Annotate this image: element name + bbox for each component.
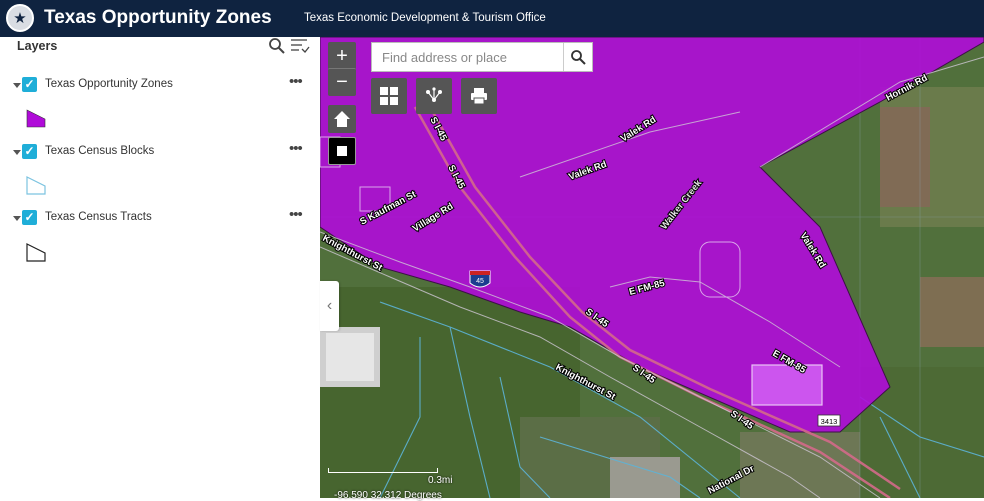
texas-seal-logo: ★ [6, 4, 34, 32]
layer-label: Texas Opportunity Zones [45, 78, 173, 90]
route-shield-label: 3413 [821, 417, 838, 426]
app-header: ★ Texas Opportunity Zones Texas Economic… [0, 0, 984, 37]
black-outline-polygon-icon [26, 243, 46, 262]
layer-checkbox[interactable]: ✓ [22, 210, 37, 225]
caret-down-icon[interactable] [13, 216, 21, 221]
layer-row-census-blocks[interactable]: ✓ Texas Census Blocks ••• [0, 140, 321, 163]
layer-row-opportunity-zones[interactable]: ✓ Texas Opportunity Zones ••• [0, 73, 321, 96]
more-options-icon[interactable]: ••• [289, 206, 303, 223]
layer-label: Texas Census Tracts [45, 211, 152, 223]
scale-label: 0.3mi [428, 475, 453, 486]
interstate-shield-label: 45 [476, 278, 484, 285]
more-options-icon[interactable]: ••• [289, 140, 303, 157]
search-button[interactable] [563, 43, 592, 71]
scale-bar: 0.3mi [326, 466, 468, 490]
basemap-gallery-button[interactable] [371, 78, 407, 114]
coordinate-readout: -96.590 32.312 Degrees [334, 490, 442, 501]
share-icon [426, 87, 442, 102]
share-button[interactable] [416, 78, 452, 114]
home-button[interactable] [328, 105, 356, 133]
more-options-icon[interactable]: ••• [289, 73, 303, 90]
purple-filled-polygon-icon [26, 109, 46, 128]
zoom-out-button[interactable]: − [328, 68, 356, 96]
scale-bar-line [328, 468, 438, 473]
search-icon [571, 50, 586, 65]
address-search [371, 42, 593, 72]
caret-down-icon[interactable] [13, 83, 21, 88]
layer-checkbox[interactable]: ✓ [22, 77, 37, 92]
printer-icon [471, 88, 487, 105]
fullscreen-button[interactable] [328, 137, 356, 165]
app-title: Texas Opportunity Zones [44, 7, 272, 28]
light-blue-outline-polygon-icon [26, 176, 46, 195]
caret-down-icon[interactable] [13, 150, 21, 155]
home-icon [334, 111, 350, 127]
layers-panel: Layers ✓ Texas Opportunity Zones ••• ✓ T… [0, 37, 321, 498]
panel-collapse-button[interactable]: ‹ [320, 281, 339, 331]
app-subtitle: Texas Economic Development & Tourism Off… [304, 12, 546, 24]
search-icon[interactable] [268, 37, 286, 55]
filter-list-icon[interactable] [290, 37, 310, 55]
layer-checkbox[interactable]: ✓ [22, 144, 37, 159]
layers-panel-title: Layers [17, 39, 58, 53]
zoom-in-button[interactable]: + [328, 42, 356, 70]
print-button[interactable] [461, 78, 497, 114]
search-input[interactable] [372, 43, 563, 71]
layer-label: Texas Census Blocks [45, 145, 155, 157]
chevron-left-icon: ‹ [326, 297, 333, 314]
square-icon [337, 146, 347, 156]
grid-icon [380, 87, 398, 105]
layer-row-census-tracts[interactable]: ✓ Texas Census Tracts ••• [0, 206, 321, 229]
